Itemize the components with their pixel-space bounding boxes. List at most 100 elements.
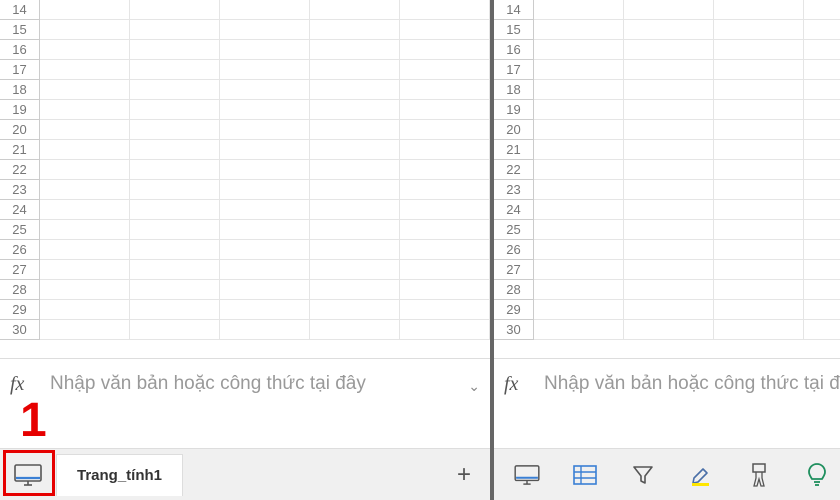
cell[interactable] xyxy=(624,60,714,80)
cell[interactable] xyxy=(534,260,624,280)
cell[interactable] xyxy=(220,240,310,260)
cell[interactable] xyxy=(130,80,220,100)
cell[interactable] xyxy=(130,0,220,20)
cell[interactable] xyxy=(220,100,310,120)
cell[interactable] xyxy=(40,100,130,120)
cell[interactable] xyxy=(310,80,400,100)
cell[interactable] xyxy=(804,320,840,340)
add-sheet-button[interactable]: + xyxy=(444,455,484,495)
cell[interactable] xyxy=(40,140,130,160)
cell[interactable] xyxy=(400,320,490,340)
cell[interactable] xyxy=(534,120,624,140)
cell[interactable] xyxy=(220,60,310,80)
cell[interactable] xyxy=(624,180,714,200)
cell[interactable] xyxy=(400,120,490,140)
cell[interactable] xyxy=(310,220,400,240)
cell[interactable] xyxy=(220,20,310,40)
row-header[interactable]: 14 xyxy=(0,0,40,20)
cell[interactable] xyxy=(534,180,624,200)
cell[interactable] xyxy=(804,100,840,120)
cell[interactable] xyxy=(804,120,840,140)
cell[interactable] xyxy=(804,240,840,260)
cell[interactable] xyxy=(714,180,804,200)
cell[interactable] xyxy=(534,20,624,40)
cell[interactable] xyxy=(310,300,400,320)
chevron-down-icon[interactable]: ⌄ xyxy=(468,375,480,397)
row-header[interactable]: 26 xyxy=(494,240,534,260)
cell[interactable] xyxy=(714,100,804,120)
cell[interactable] xyxy=(714,320,804,340)
cell[interactable] xyxy=(400,180,490,200)
cell[interactable] xyxy=(624,260,714,280)
cell[interactable] xyxy=(310,0,400,20)
cell[interactable] xyxy=(714,260,804,280)
cell[interactable] xyxy=(40,180,130,200)
cell[interactable] xyxy=(804,180,840,200)
cell[interactable] xyxy=(400,240,490,260)
cell[interactable] xyxy=(40,80,130,100)
cell[interactable] xyxy=(130,220,220,240)
cell[interactable] xyxy=(130,200,220,220)
cell[interactable] xyxy=(220,120,310,140)
cell[interactable] xyxy=(40,60,130,80)
row-header[interactable]: 22 xyxy=(0,160,40,180)
cell[interactable] xyxy=(310,320,400,340)
display-mode-button[interactable] xyxy=(6,455,50,495)
cell[interactable] xyxy=(220,260,310,280)
cell[interactable] xyxy=(220,0,310,20)
cell[interactable] xyxy=(220,280,310,300)
cell[interactable] xyxy=(130,140,220,160)
row-header[interactable]: 22 xyxy=(494,160,534,180)
cell[interactable] xyxy=(310,20,400,40)
formula-input[interactable]: Nhập văn bản hoặc công thức tại đây ⌄ xyxy=(544,369,840,399)
cell[interactable] xyxy=(40,200,130,220)
row-header[interactable]: 16 xyxy=(0,40,40,60)
cell[interactable] xyxy=(534,160,624,180)
cell[interactable] xyxy=(804,20,840,40)
formula-bar[interactable]: fx Nhập văn bản hoặc công thức tại đây ⌄ xyxy=(494,358,840,448)
cell[interactable] xyxy=(400,280,490,300)
cell[interactable] xyxy=(534,280,624,300)
row-header[interactable]: 24 xyxy=(0,200,40,220)
cell[interactable] xyxy=(534,60,624,80)
cell[interactable] xyxy=(804,40,840,60)
cell[interactable] xyxy=(400,300,490,320)
cell[interactable] xyxy=(400,40,490,60)
row-header[interactable]: 25 xyxy=(0,220,40,240)
cell[interactable] xyxy=(624,80,714,100)
cell[interactable] xyxy=(130,60,220,80)
cell[interactable] xyxy=(714,20,804,40)
cell[interactable] xyxy=(400,220,490,240)
cell[interactable] xyxy=(220,40,310,60)
cell[interactable] xyxy=(220,160,310,180)
cell[interactable] xyxy=(40,300,130,320)
cell[interactable] xyxy=(310,140,400,160)
cell[interactable] xyxy=(714,0,804,20)
cell[interactable] xyxy=(130,280,220,300)
cell[interactable] xyxy=(310,280,400,300)
row-header[interactable]: 30 xyxy=(0,320,40,340)
cell[interactable] xyxy=(40,0,130,20)
cell[interactable] xyxy=(624,140,714,160)
row-header[interactable]: 27 xyxy=(494,260,534,280)
cell[interactable] xyxy=(130,300,220,320)
cell[interactable] xyxy=(534,100,624,120)
row-header[interactable]: 21 xyxy=(494,140,534,160)
cell[interactable] xyxy=(310,180,400,200)
cell[interactable] xyxy=(310,160,400,180)
cell[interactable] xyxy=(40,260,130,280)
cell[interactable] xyxy=(624,160,714,180)
cell[interactable] xyxy=(804,140,840,160)
cell[interactable] xyxy=(40,220,130,240)
row-header[interactable]: 19 xyxy=(0,100,40,120)
cell[interactable] xyxy=(400,260,490,280)
cell[interactable] xyxy=(220,80,310,100)
cell[interactable] xyxy=(714,200,804,220)
cell[interactable] xyxy=(624,200,714,220)
cell[interactable] xyxy=(40,20,130,40)
cell[interactable] xyxy=(400,100,490,120)
ideas-button[interactable] xyxy=(790,453,840,497)
cell[interactable] xyxy=(40,40,130,60)
cell[interactable] xyxy=(714,240,804,260)
cell[interactable] xyxy=(130,120,220,140)
